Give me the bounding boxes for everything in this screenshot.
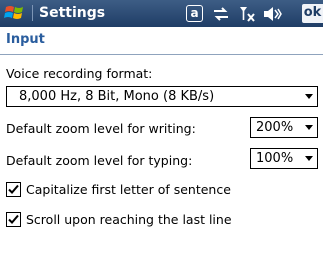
title-bar: Settings a ok — [0, 0, 323, 27]
voice-format-dropdown[interactable]: 8,000 Hz, 8 Bit, Mono (8 KB/s) — [6, 86, 318, 107]
chevron-down-icon — [305, 125, 313, 130]
signal-off-icon[interactable] — [238, 5, 258, 23]
zoom-writing-label: Default zoom level for writing: — [6, 121, 196, 136]
capitalize-checkbox[interactable] — [6, 182, 21, 197]
input-mode-indicator[interactable]: a — [186, 5, 203, 22]
app-title: Settings — [32, 5, 105, 21]
zoom-typing-value: 100% — [256, 151, 294, 166]
voice-format-value: 8,000 Hz, 8 Bit, Mono (8 KB/s) — [19, 89, 215, 104]
divider — [0, 54, 323, 55]
scroll-label[interactable]: Scroll upon reaching the last line — [26, 212, 232, 227]
chevron-down-icon — [305, 94, 313, 99]
volume-icon[interactable] — [262, 6, 282, 22]
checkmark-icon — [8, 184, 19, 194]
windows-flag-icon[interactable] — [4, 3, 26, 23]
zoom-writing-value: 200% — [256, 120, 294, 135]
chevron-down-icon — [305, 156, 313, 161]
capitalize-label[interactable]: Capitalize first letter of sentence — [26, 182, 231, 197]
checkmark-icon — [8, 214, 19, 224]
zoom-writing-dropdown[interactable]: 200% — [250, 117, 318, 138]
zoom-typing-dropdown[interactable]: 100% — [250, 148, 318, 169]
scroll-checkbox[interactable] — [6, 212, 21, 227]
voice-format-label: Voice recording format: — [6, 66, 153, 81]
connectivity-icon[interactable] — [212, 6, 230, 22]
zoom-typing-label: Default zoom level for typing: — [6, 153, 193, 168]
ok-button[interactable]: ok — [302, 4, 323, 23]
section-title: Input — [6, 32, 45, 47]
